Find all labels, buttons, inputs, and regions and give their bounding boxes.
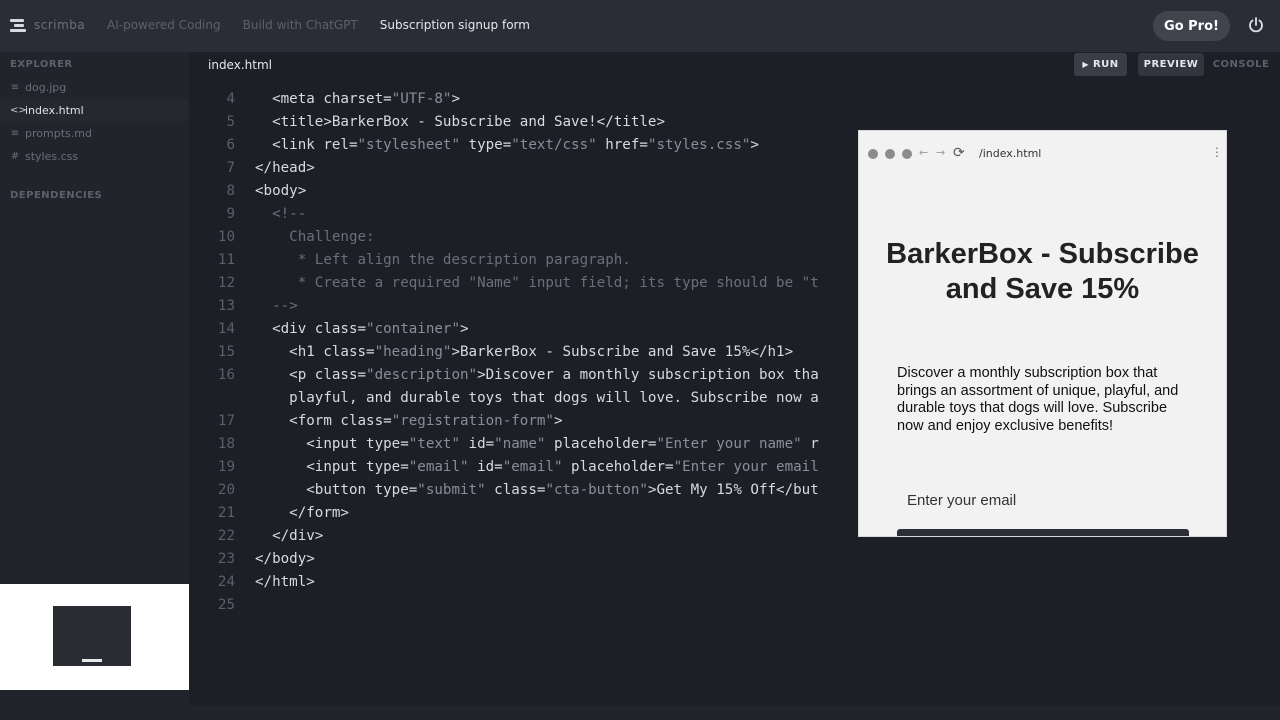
scrimba-logo[interactable]: scrimba	[10, 16, 85, 34]
line-number: 25	[217, 597, 235, 613]
code-text: <title>BarkerBox - Subscribe and Save!</…	[255, 114, 665, 130]
code-text: </div>	[255, 528, 324, 544]
code-text: -->	[255, 298, 298, 314]
code-text: <input type="email" id="email" placehold…	[255, 459, 819, 475]
line-number: 23	[217, 551, 235, 567]
code-text: </head>	[255, 160, 315, 176]
code-text: <form class="registration-form">	[255, 413, 563, 429]
file-label: prompts.md	[25, 126, 92, 140]
back-arrow-icon[interactable]: ←	[919, 146, 928, 159]
code-text: * Create a required "Name" input field; …	[255, 275, 819, 291]
line-number: 4	[226, 91, 235, 107]
top-bar: scrimba AI-powered Coding Build with Cha…	[0, 0, 1280, 52]
file-index-html[interactable]: <> index.html	[0, 99, 189, 121]
window-dot-icon	[902, 149, 912, 159]
code-icon: <>	[10, 104, 27, 116]
line-number: 6	[226, 137, 235, 153]
code-text: </form>	[255, 505, 349, 521]
line-number: 15	[217, 344, 235, 360]
more-options-icon[interactable]: ⋮	[1211, 145, 1223, 159]
line-number: 16	[217, 367, 235, 383]
line-number: 9	[226, 206, 235, 222]
code-text: playful, and durable toys that dogs will…	[255, 390, 819, 406]
code-text: * Left align the description paragraph.	[255, 252, 631, 268]
code-text: <meta charset="UTF-8">	[255, 91, 461, 107]
logo-icon	[10, 16, 28, 34]
preview-window: ← → ⟳ /index.html ⋮ BarkerBox - Subscrib…	[859, 131, 1226, 536]
console-button[interactable]: CONSOLE	[1212, 53, 1270, 76]
thumbnail-bar	[82, 659, 102, 662]
breadcrumb: AI-powered Coding Build with ChatGPT Sub…	[107, 18, 530, 32]
hash-icon: #	[10, 150, 20, 162]
file-prompts-md[interactable]: ≡ prompts.md	[0, 122, 189, 144]
line-number: 7	[226, 160, 235, 176]
webcam-thumbnail	[0, 584, 189, 690]
code-text: </body>	[255, 551, 315, 567]
code-text: <button type="submit" class="cta-button"…	[255, 482, 819, 498]
reload-icon[interactable]: ⟳	[953, 145, 965, 161]
line-number	[189, 387, 235, 410]
preview-heading: BarkerBox - Subscribe and Save 15%	[886, 238, 1199, 305]
line-number: 19	[217, 459, 235, 475]
preview-button[interactable]: PREVIEW	[1138, 53, 1204, 76]
run-label: RUN	[1092, 59, 1119, 70]
line-number: 5	[226, 114, 235, 130]
code-text: <!--	[255, 206, 307, 222]
play-icon: ▶	[1082, 60, 1089, 69]
code-text: <p class="description">Discover a monthl…	[255, 367, 819, 383]
breadcrumb-lesson: Subscription signup form	[379, 18, 530, 32]
file-label: dog.jpg	[25, 80, 67, 94]
code-text: </html>	[255, 574, 315, 590]
line-number: 13	[217, 298, 235, 314]
thumbnail-screen	[53, 606, 131, 666]
explorer-heading: EXPLORER	[10, 59, 73, 70]
line-number: 10	[217, 229, 235, 245]
preview-url[interactable]: /index.html	[979, 147, 1041, 160]
power-icon[interactable]	[1248, 17, 1264, 33]
logo-word: scrimba	[34, 18, 86, 32]
file-label: index.html	[25, 103, 84, 117]
code-text: <div class="container">	[255, 321, 469, 337]
breadcrumb-course[interactable]: AI-powered Coding	[107, 18, 221, 32]
preview-toolbar: ← → ⟳ /index.html ⋮	[859, 131, 1226, 175]
window-dot-icon	[885, 149, 895, 159]
line-number: 22	[217, 528, 235, 544]
run-button[interactable]: ▶ RUN	[1074, 53, 1127, 76]
line-number: 8	[226, 183, 235, 199]
preview-email-input[interactable]: Enter your email	[897, 483, 1189, 519]
file-icon: ≡	[10, 127, 20, 139]
code-text: Challenge:	[255, 229, 375, 245]
line-number: 14	[217, 321, 235, 337]
code-text: <body>	[255, 183, 307, 199]
line-number: 21	[217, 505, 235, 521]
line-number: 20	[217, 482, 235, 498]
code-text: <link rel="stylesheet" type="text/css" h…	[255, 137, 759, 153]
line-number: 17	[217, 413, 235, 429]
window-dot-icon	[868, 149, 878, 159]
editor-tab-index-html[interactable]: index.html	[208, 58, 272, 72]
code-text: <h1 class="heading">BarkerBox - Subscrib…	[255, 344, 794, 360]
code-text: <input type="text" id="name" placeholder…	[255, 436, 819, 452]
dependencies-heading[interactable]: DEPENDENCIES	[10, 190, 102, 201]
preview-cta-button[interactable]	[897, 529, 1189, 536]
forward-arrow-icon[interactable]: →	[936, 146, 945, 159]
breadcrumb-module[interactable]: Build with ChatGPT	[243, 18, 358, 32]
file-dog-jpg[interactable]: ≡ dog.jpg	[0, 76, 189, 98]
line-number: 24	[217, 574, 235, 590]
file-label: styles.css	[25, 149, 79, 163]
file-styles-css[interactable]: # styles.css	[0, 145, 189, 167]
preview-description: Discover a monthly subscription box that…	[897, 365, 1179, 434]
line-number: 18	[217, 436, 235, 452]
go-pro-button[interactable]: Go Pro!	[1153, 11, 1230, 41]
line-number: 12	[217, 275, 235, 291]
line-number: 11	[217, 252, 235, 268]
bottom-bar	[0, 705, 1280, 720]
file-icon: ≡	[10, 81, 20, 93]
